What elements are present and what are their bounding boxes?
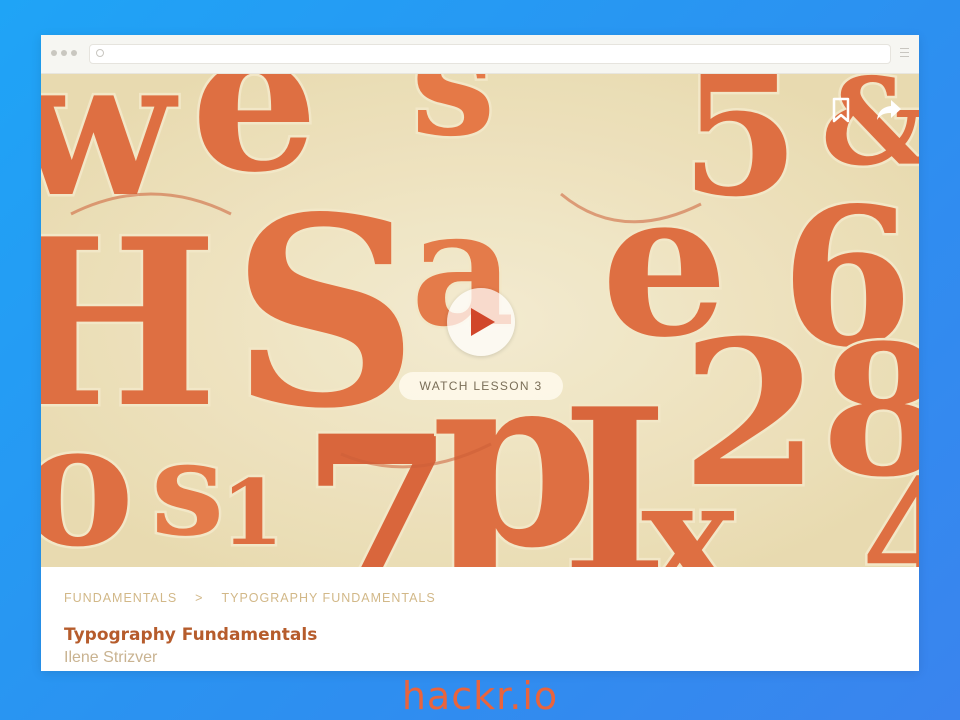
bookmark-icon[interactable] [827, 96, 855, 124]
course-author[interactable]: Ilene Strizver [64, 649, 157, 667]
play-icon [471, 308, 495, 336]
breadcrumb: FUNDAMENTALS > TYPOGRAPHY FUNDAMENTALS [64, 591, 436, 605]
window-controls [51, 50, 77, 56]
course-title: Typography Fundamentals [64, 625, 318, 645]
breadcrumb-fundamentals[interactable]: FUNDAMENTALS [64, 591, 177, 605]
play-button[interactable] [447, 288, 515, 356]
watch-lesson-button[interactable]: WATCH LESSON 3 [399, 372, 563, 400]
share-icon[interactable] [875, 96, 903, 124]
address-bar[interactable] [89, 44, 891, 64]
menu-icon[interactable] [900, 48, 909, 60]
globe-icon [96, 49, 104, 57]
window-dot[interactable] [51, 50, 57, 56]
window-dot[interactable] [61, 50, 67, 56]
breadcrumb-separator: > [195, 591, 204, 605]
browser-window: w e s 5 & H S a e 6 o s 1 7 p I 2 8 x 4 [41, 35, 919, 671]
breadcrumb-typography-fundamentals[interactable]: TYPOGRAPHY FUNDAMENTALS [221, 591, 435, 605]
window-dot[interactable] [71, 50, 77, 56]
course-info: FUNDAMENTALS > TYPOGRAPHY FUNDAMENTALS T… [41, 567, 919, 671]
browser-toolbar [41, 35, 919, 74]
brand-logo: hackr.io [401, 674, 559, 718]
lesson-video-banner[interactable]: w e s 5 & H S a e 6 o s 1 7 p I 2 8 x 4 [41, 74, 919, 567]
